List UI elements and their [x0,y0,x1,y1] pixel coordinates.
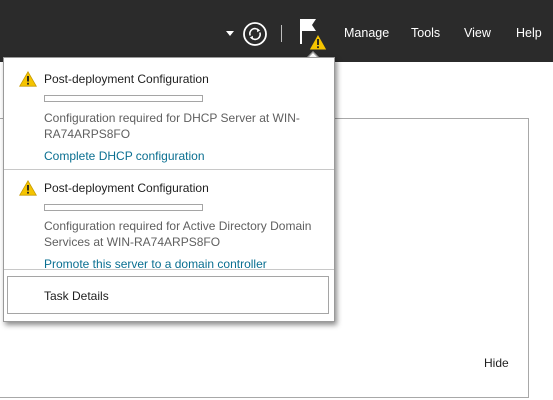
progress-bar [44,95,203,102]
task-details-button[interactable]: Task Details [7,276,329,314]
complete-dhcp-link[interactable]: Complete DHCP configuration [44,149,205,163]
refresh-icon[interactable] [242,21,268,47]
notifications-popup: Post-deployment Configuration Configurat… [3,57,335,322]
divider [4,169,334,170]
warning-icon [19,180,37,196]
notification-title: Post-deployment Configuration [44,72,209,86]
hide-link[interactable]: Hide [484,356,509,370]
menu-manage[interactable]: Manage [344,0,389,62]
notification-description: Configuration required for DHCP Server a… [44,111,300,141]
dropdown-arrow-icon[interactable] [226,31,234,37]
top-menu-bar: Manage Tools View Help [0,0,553,62]
notification-title: Post-deployment Configuration [44,181,209,195]
notification-description: Configuration required for Active Direct… [44,219,312,249]
menu-tools[interactable]: Tools [411,0,440,62]
menu-view[interactable]: View [464,0,491,62]
progress-bar [44,204,203,211]
divider [4,269,334,270]
warning-icon [19,71,37,87]
task-details-label: Task Details [44,289,109,303]
menu-help[interactable]: Help [516,0,542,62]
toolbar-separator [281,25,282,42]
warning-icon [308,33,328,51]
